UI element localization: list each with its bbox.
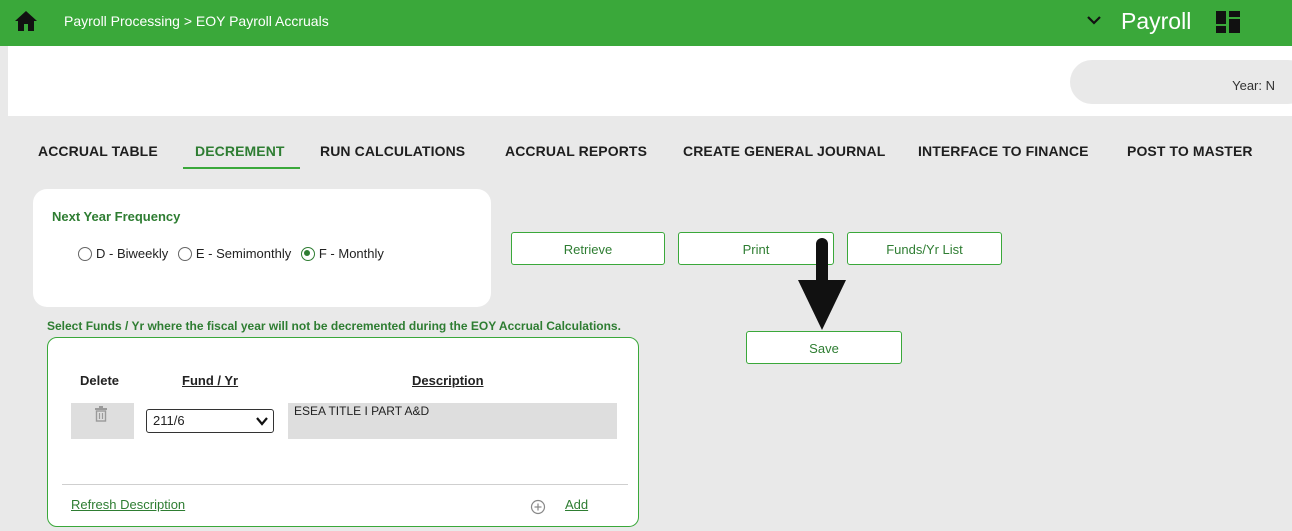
retrieve-button[interactable]: Retrieve bbox=[511, 232, 665, 265]
tab-accrual-table[interactable]: ACCRUAL TABLE bbox=[38, 143, 158, 159]
app-title: Payroll bbox=[1121, 8, 1192, 34]
trash-icon[interactable] bbox=[94, 406, 108, 422]
frequency-radio-group: D - Biweekly E - Semimonthly F - Monthly bbox=[78, 246, 390, 264]
column-header-delete: Delete bbox=[80, 373, 120, 388]
top-bar: Payroll Processing > EOY Payroll Accrual… bbox=[0, 0, 1292, 46]
funds-yr-list-button[interactable]: Funds/Yr List bbox=[847, 232, 1002, 265]
radio-semimonthly[interactable]: E - Semimonthly bbox=[177, 246, 292, 261]
refresh-description-link[interactable]: Refresh Description bbox=[71, 497, 185, 512]
plus-circle-icon[interactable] bbox=[530, 499, 546, 515]
fund-yr-select[interactable]: 211/6 bbox=[146, 409, 274, 433]
annotation-arrow-icon bbox=[798, 238, 846, 330]
tab-accrual-reports[interactable]: ACCRUAL REPORTS bbox=[505, 143, 647, 159]
fund-yr-value: 211/6 bbox=[153, 413, 185, 428]
radio-biweekly[interactable]: D - Biweekly bbox=[78, 246, 168, 261]
tab-interface-to-finance[interactable]: INTERFACE TO FINANCE bbox=[918, 143, 1089, 159]
tab-run-calculations[interactable]: RUN CALCULATIONS bbox=[320, 143, 465, 159]
tab-decrement[interactable]: DECREMENT bbox=[195, 143, 285, 159]
radio-monthly[interactable]: F - Monthly bbox=[300, 246, 384, 261]
radio-circle-selected[interactable] bbox=[300, 246, 315, 261]
column-header-description[interactable]: Description bbox=[412, 373, 484, 388]
radio-label: E - Semimonthly bbox=[195, 246, 292, 261]
active-tab-indicator bbox=[183, 167, 300, 169]
breadcrumb: Payroll Processing > EOY Payroll Accrual… bbox=[64, 13, 329, 29]
app-grid-icon[interactable] bbox=[1216, 11, 1240, 33]
tab-create-general-journal[interactable]: CREATE GENERAL JOURNAL bbox=[683, 143, 885, 159]
radio-circle[interactable] bbox=[78, 246, 92, 261]
year-label: Year: N bbox=[1232, 78, 1275, 93]
tab-post-to-master[interactable]: POST TO MASTER bbox=[1127, 143, 1253, 159]
column-header-fund-yr[interactable]: Fund / Yr bbox=[182, 373, 238, 388]
frequency-title: Next Year Frequency bbox=[52, 209, 181, 224]
radio-label: F - Monthly bbox=[318, 246, 384, 261]
radio-label: D - Biweekly bbox=[96, 246, 169, 261]
description-value: ESEA TITLE I PART A&D bbox=[294, 404, 430, 418]
chevron-down-icon[interactable] bbox=[1086, 12, 1102, 28]
divider bbox=[62, 484, 628, 485]
save-button[interactable]: Save bbox=[746, 331, 902, 364]
radio-circle[interactable] bbox=[177, 246, 192, 261]
add-link[interactable]: Add bbox=[565, 497, 588, 512]
home-icon[interactable] bbox=[14, 10, 38, 32]
chevron-down-icon[interactable] bbox=[256, 416, 268, 426]
instruction-text: Select Funds / Yr where the fiscal year … bbox=[47, 319, 621, 333]
